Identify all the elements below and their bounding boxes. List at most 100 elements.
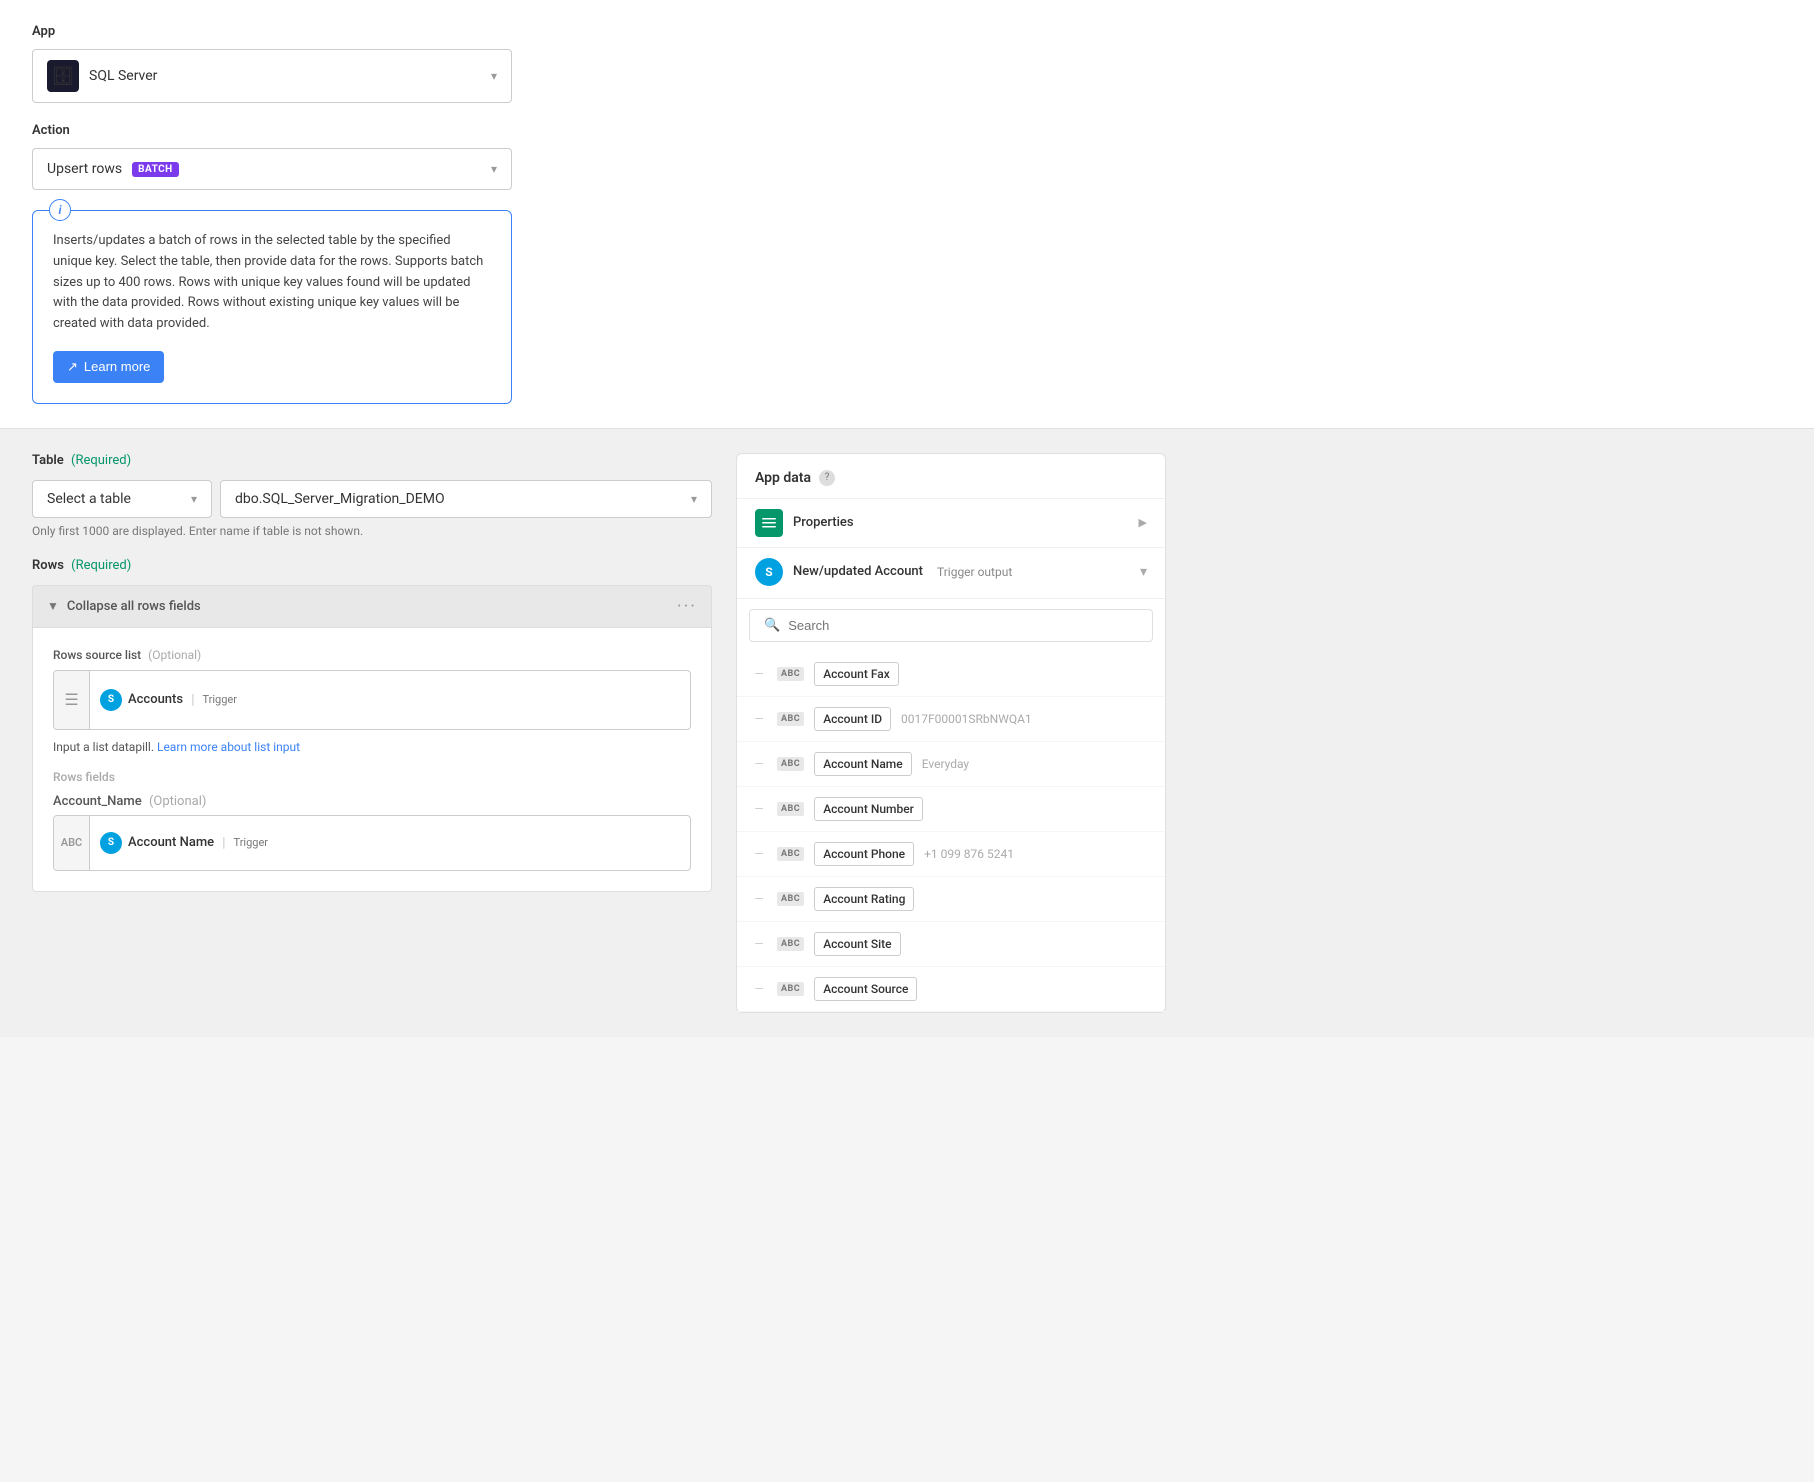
account-id-tag: Account ID <box>814 707 891 731</box>
trigger-row: S New/updated Account Trigger output ▾ <box>737 548 1165 599</box>
data-item-account-site[interactable]: — ABC Account Site <box>737 922 1165 967</box>
info-text: Inserts/updates a batch of rows in the s… <box>53 231 491 335</box>
rows-section: Rows (Required) ▼ Collapse all rows fiel… <box>32 558 712 892</box>
salesforce-icon: S <box>100 689 122 711</box>
table-name-value: dbo.SQL_Server_Migration_DEMO <box>235 491 445 507</box>
account-name-salesforce-icon: S <box>100 832 122 854</box>
dash-icon: — <box>751 757 767 771</box>
account-name-data-value: Everyday <box>922 757 1151 771</box>
search-icon: 🔍 <box>764 618 780 633</box>
list-learn-more-link[interactable]: Learn more about list input <box>157 740 300 754</box>
rows-source-optional: (Optional) <box>148 648 201 662</box>
abc-badge: ABC <box>777 847 804 861</box>
account-name-label: Account_Name (Optional) <box>53 794 691 809</box>
data-item-account-phone[interactable]: — ABC Account Phone +1 099 876 5241 <box>737 832 1165 877</box>
table-row-inputs: Select a table ▾ dbo.SQL_Server_Migratio… <box>32 480 712 518</box>
abc-badge: ABC <box>777 802 804 816</box>
dash-icon: — <box>751 667 767 681</box>
dash-icon: — <box>751 982 767 996</box>
account-phone-value: +1 099 876 5241 <box>924 847 1151 861</box>
properties-row[interactable]: Properties ▶ <box>737 499 1165 548</box>
app-data-header: App data ? <box>737 454 1165 499</box>
dash-icon: — <box>751 712 767 726</box>
properties-chevron-icon: ▶ <box>1139 516 1147 529</box>
account-site-tag: Account Site <box>814 932 900 956</box>
app-label: App <box>32 24 1782 39</box>
dash-icon: — <box>751 802 767 816</box>
dash-icon: — <box>751 892 767 906</box>
left-panel: Table (Required) Select a table ▾ dbo.SQ… <box>32 453 712 1013</box>
app-select[interactable]: 🗄 SQL Server ▾ <box>32 49 512 103</box>
account-name-field: Account_Name (Optional) ABC S Account Na… <box>53 794 691 871</box>
search-input[interactable] <box>788 618 1138 633</box>
trigger-output-text: Trigger output <box>937 565 1012 579</box>
action-section: Action Upsert rows BATCH ▾ <box>32 123 1782 190</box>
account-source-tag: Account Source <box>814 977 917 1001</box>
rows-source-pill-text: Accounts <box>128 692 183 707</box>
rows-source-section: Rows source list (Optional) ☰ S Accounts… <box>53 648 691 754</box>
info-box: i Inserts/updates a batch of rows in the… <box>32 210 512 404</box>
table-section: Table (Required) Select a table ▾ dbo.SQ… <box>32 453 712 538</box>
account-name-pill-text: Account Name <box>128 835 214 850</box>
account-number-tag: Account Number <box>814 797 923 821</box>
batch-badge: BATCH <box>132 162 179 177</box>
info-icon: i <box>49 199 71 221</box>
table-select-dropdown[interactable]: Select a table ▾ <box>32 480 212 518</box>
abc-badge: ABC <box>777 892 804 906</box>
app-section: App 🗄 SQL Server ▾ <box>32 24 1782 103</box>
rows-fields-section: Rows fields Account_Name (Optional) ABC … <box>53 770 691 871</box>
table-hint: Only first 1000 are displayed. Enter nam… <box>32 524 712 538</box>
data-item-account-rating[interactable]: — ABC Account Rating <box>737 877 1165 922</box>
learn-more-icon: ↗ <box>67 359 78 375</box>
collapse-bar[interactable]: ▼ Collapse all rows fields ··· <box>32 585 712 628</box>
abc-badge: ABC <box>777 667 804 681</box>
rows-required: (Required) <box>71 558 131 573</box>
abc-badge: ABC <box>777 712 804 726</box>
data-item-account-id[interactable]: — ABC Account ID 0017F00001SRbNWQA1 <box>737 697 1165 742</box>
abc-badge: ABC <box>777 982 804 996</box>
account-fax-tag: Account Fax <box>814 662 899 686</box>
trigger-label: New/updated Account <box>793 564 923 579</box>
action-select-chevron: ▾ <box>491 162 497 176</box>
data-items-list: — ABC Account Fax — ABC Account ID 0017F… <box>737 652 1165 1012</box>
table-select-placeholder: Select a table <box>47 491 131 507</box>
learn-more-label: Learn more <box>84 359 150 374</box>
rows-source-input[interactable]: ☰ S Accounts | Trigger <box>53 670 691 730</box>
pill-separator: | <box>191 692 194 708</box>
account-name-pill-badge: Trigger <box>234 836 268 849</box>
action-name: Upsert rows <box>47 161 122 177</box>
trigger-chevron-icon: ▾ <box>1140 564 1147 580</box>
rows-field-label: Rows (Required) <box>32 558 712 573</box>
data-item-account-name[interactable]: — ABC Account Name Everyday <box>737 742 1165 787</box>
rows-content: Rows source list (Optional) ☰ S Accounts… <box>32 628 712 892</box>
trigger-salesforce-icon: S <box>755 558 783 586</box>
data-item-account-number[interactable]: — ABC Account Number <box>737 787 1165 832</box>
help-icon[interactable]: ? <box>819 470 835 486</box>
action-select[interactable]: Upsert rows BATCH ▾ <box>32 148 512 190</box>
app-data-title: App data <box>755 470 811 486</box>
properties-label: Properties <box>793 515 854 530</box>
abc-badge: ABC <box>777 937 804 951</box>
app-select-chevron: ▾ <box>491 69 497 83</box>
search-box[interactable]: 🔍 <box>749 609 1153 642</box>
account-name-input[interactable]: ABC S Account Name | Trigger <box>53 815 691 871</box>
data-item-account-source[interactable]: — ABC Account Source <box>737 967 1165 1012</box>
dash-icon: — <box>751 937 767 951</box>
rows-source-handle: ☰ <box>54 671 90 729</box>
rows-fields-label: Rows fields <box>53 770 691 784</box>
account-id-value: 0017F00001SRbNWQA1 <box>901 712 1151 726</box>
account-name-tag: Account Name <box>814 752 912 776</box>
right-panel: App data ? Properties ▶ S New/updated Ac… <box>736 453 1166 1013</box>
dots-menu-icon[interactable]: ··· <box>677 596 697 617</box>
learn-more-button[interactable]: ↗ Learn more <box>53 351 164 383</box>
app-icon: 🗄 <box>47 60 79 92</box>
account-rating-tag: Account Rating <box>814 887 914 911</box>
dash-icon: — <box>751 847 767 861</box>
rows-source-pill: S Accounts | Trigger <box>90 671 247 729</box>
properties-icon <box>755 509 783 537</box>
table-name-chevron: ▾ <box>691 492 697 506</box>
table-name-select[interactable]: dbo.SQL_Server_Migration_DEMO ▾ <box>220 480 712 518</box>
app-name: SQL Server <box>89 68 157 84</box>
rows-source-pill-badge: Trigger <box>202 693 236 706</box>
data-item-account-fax[interactable]: — ABC Account Fax <box>737 652 1165 697</box>
